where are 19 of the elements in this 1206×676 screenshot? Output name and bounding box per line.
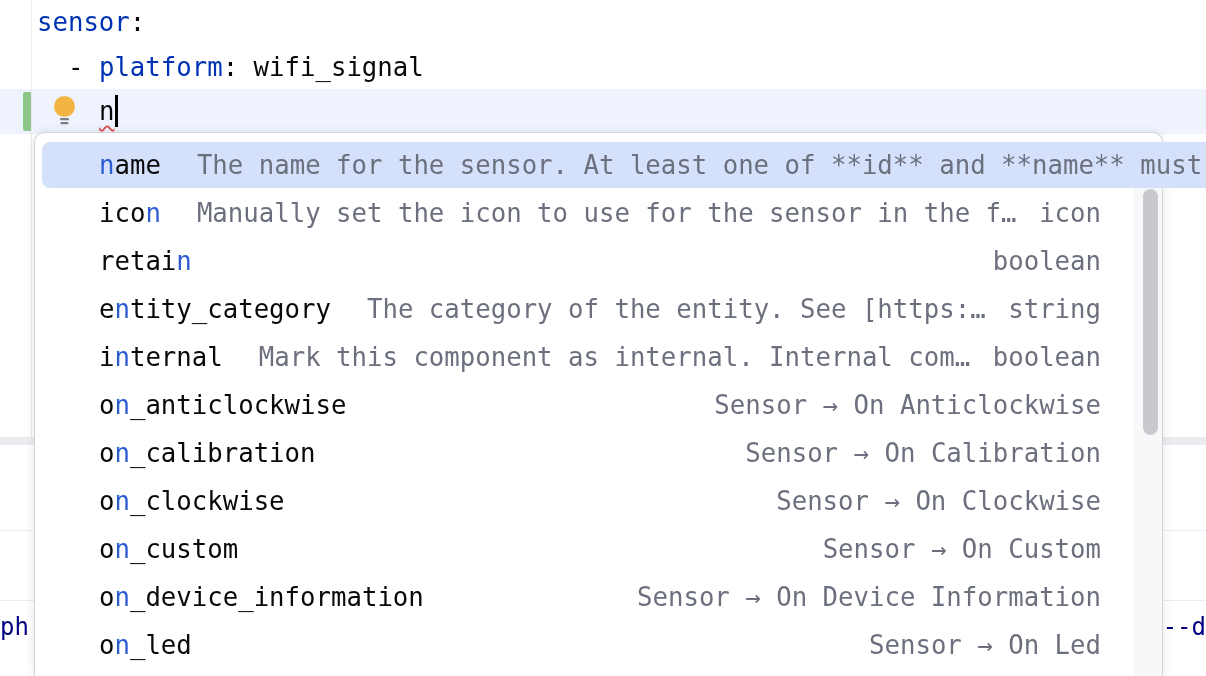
completion-item[interactable]: icon Manually set the icon to use for the sensor in the f… icon — [42, 190, 1134, 236]
code-fragment: ph — [0, 612, 29, 643]
completion-item[interactable]: retain boolean — [42, 238, 1134, 284]
text-cursor-icon — [115, 95, 119, 128]
code-line: sensor: — [37, 7, 146, 38]
completion-item[interactable]: on_device_information Sensor → On Device Information — [42, 574, 1134, 620]
code-line: n — [99, 96, 115, 127]
completion-item[interactable]: on_custom Sensor → On Custom — [42, 526, 1134, 572]
completion-item[interactable]: internal Mark this component as internal. Internal com… boolean — [42, 334, 1134, 380]
code-fragment: --d — [1162, 612, 1206, 643]
completion-item[interactable]: on_anticlockwise Sensor → On Anticlockwise — [42, 382, 1134, 428]
completion-item[interactable]: on_led Sensor → On Led — [42, 622, 1134, 668]
completion-item[interactable]: name The name for the sensor. At least one of **id** and **name** must — [42, 142, 1206, 188]
completion-item[interactable]: entity_category The category of the entity. See [https:… string — [42, 286, 1134, 332]
completion-item[interactable]: on_calibration Sensor → On Calibration — [42, 430, 1134, 476]
code-line: - platform: wifi_signal — [68, 51, 424, 82]
lightbulb-icon[interactable] — [53, 95, 76, 127]
completion-item[interactable]: on_clockwise Sensor → On Clockwise — [42, 478, 1134, 524]
scrollbar-thumb[interactable] — [1143, 189, 1158, 435]
